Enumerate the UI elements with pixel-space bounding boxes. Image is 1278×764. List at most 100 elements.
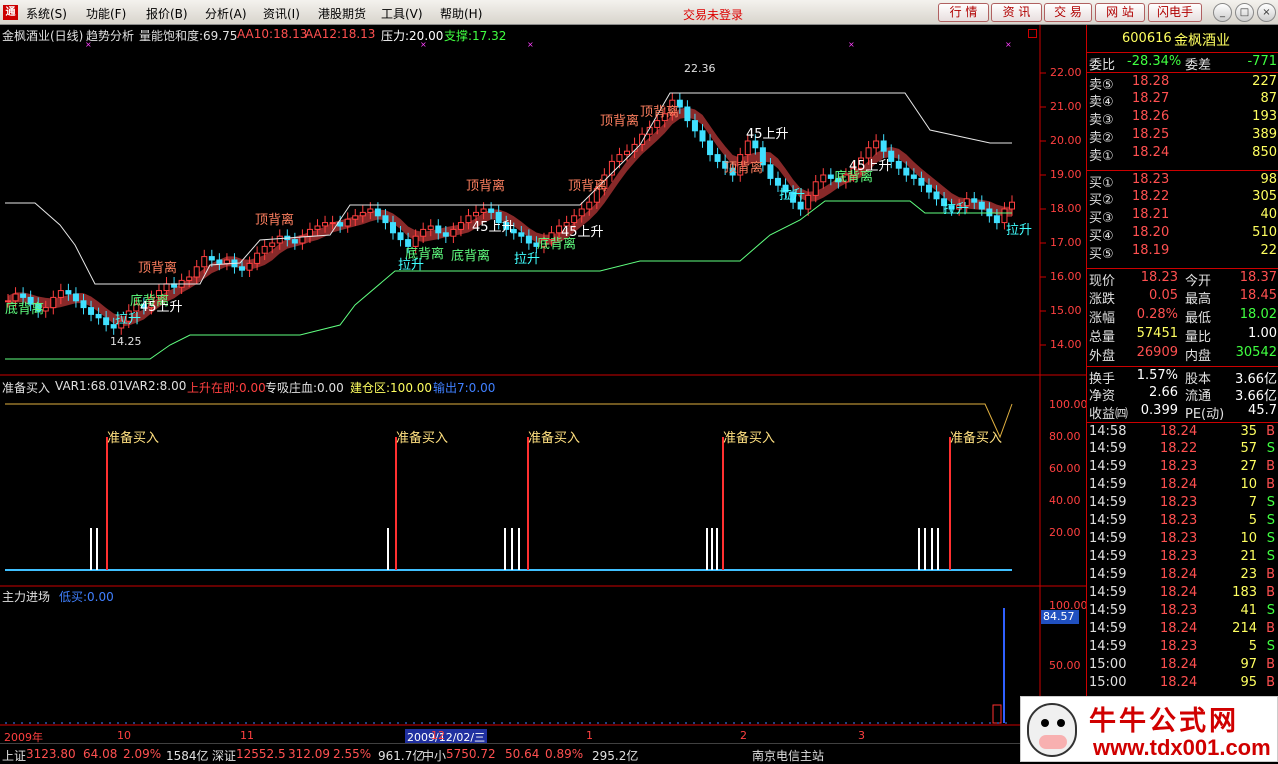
time-axis-tick: 1 — [586, 729, 593, 742]
quote-title: 600616 金枫酒业 — [1087, 30, 1278, 49]
stat2-cell: 1.57% — [1136, 368, 1178, 383]
candle-body — [1009, 201, 1015, 210]
weicha-label: 委差 — [1185, 58, 1212, 73]
time-axis-tick: 10 — [117, 729, 131, 742]
tick-row: 15:00 18.24 95 B — [1087, 674, 1278, 692]
candle-body — [654, 120, 661, 128]
candle-body — [880, 140, 887, 152]
candle-body — [525, 235, 532, 244]
ind2-axis-tick: 50.00 — [1049, 659, 1081, 672]
tick-cell: 18.24 — [1160, 585, 1198, 600]
price-axis-tick: 14.00 — [1050, 338, 1082, 351]
stat-row: 涨幅 0.28% 最低 18.02 — [1087, 306, 1278, 326]
top-button-4[interactable]: 闪电手 — [1148, 3, 1202, 22]
menu-item-2[interactable]: 报价(B) — [146, 5, 188, 22]
trade-status: 交易未登录 — [683, 8, 744, 22]
close-icon[interactable]: × — [1257, 3, 1276, 22]
ind2-title: 主力进场 — [2, 590, 51, 604]
panel-maximize-icon[interactable] — [1028, 29, 1037, 38]
stat2-cell: 0.399 — [1140, 403, 1178, 418]
bid-price: 18.19 — [1132, 243, 1170, 258]
top-button-1[interactable]: 资 讯 — [991, 3, 1042, 22]
candle-body — [691, 120, 698, 132]
menu-item-0[interactable]: 系统(S) — [26, 5, 67, 22]
candle-body — [208, 256, 215, 261]
tick-cell: 14:59 — [1089, 549, 1127, 564]
bid-row: 买① 18.23 98 — [1087, 170, 1278, 191]
menu-item-4[interactable]: 资讯(I) — [263, 5, 300, 22]
bid-volume: 22 — [1260, 243, 1277, 258]
candle-body — [254, 252, 261, 264]
candle-body — [57, 290, 64, 298]
support-label: 支撑:17.32 — [444, 29, 507, 43]
minimize-icon[interactable]: _ — [1213, 3, 1232, 22]
top-button-0[interactable]: 行 情 — [938, 3, 989, 22]
sh-amount: 1584亿 — [166, 749, 209, 763]
menu-item-5[interactable]: 港股期货 — [318, 5, 366, 22]
buy-signal-label: 准备买入 — [107, 431, 160, 446]
tick-cell: 14:59 — [1089, 621, 1127, 636]
stat-cell: 18.45 — [1239, 288, 1277, 303]
candle-body — [812, 181, 819, 196]
app-logo-icon[interactable]: 通 — [3, 5, 18, 20]
watermark-logo: 牛牛公式网 www.tdx001.com — [1020, 696, 1278, 762]
top-marker: × — [527, 40, 534, 49]
top-button-2[interactable]: 交 易 — [1044, 3, 1092, 22]
tick-cell: 14:59 — [1089, 495, 1127, 510]
tick-cell: S — [1266, 495, 1275, 510]
stat-row: 外盘 26909 内盘 30542 — [1087, 344, 1278, 364]
price-axis-tick: 18.00 — [1050, 202, 1082, 215]
candle-body — [397, 232, 404, 241]
menu-item-6[interactable]: 工具(V) — [381, 5, 423, 22]
candle-body — [95, 313, 102, 319]
time-axis-tick: 11 — [240, 729, 254, 742]
top-button-3[interactable]: 网 站 — [1095, 3, 1145, 22]
candle-body — [314, 225, 321, 230]
signal-label: 顶背离 — [255, 213, 295, 228]
time-axis-tick: 3 — [858, 729, 865, 742]
ask-price: 18.27 — [1132, 91, 1170, 106]
ind2-axis-tick: 100.00 — [1049, 599, 1088, 612]
tick-cell: S — [1266, 441, 1275, 456]
tick-cell: B — [1266, 621, 1275, 636]
candle-body — [873, 140, 880, 149]
candle-body — [291, 239, 298, 244]
price-axis-tick: 17.00 — [1050, 236, 1082, 249]
menu-item-3[interactable]: 分析(A) — [205, 5, 247, 22]
menu-item-1[interactable]: 功能(F) — [86, 5, 126, 22]
signal-label: 45上升 — [849, 159, 892, 174]
stat2-row: 换手 1.57% 股本 3.66亿 — [1087, 366, 1278, 387]
zx-label: 中小 — [422, 749, 447, 763]
top-marker: × — [1005, 40, 1012, 49]
candle-body — [578, 208, 585, 217]
tick-cell: 18.24 — [1160, 621, 1198, 636]
sh-change: 64.08 — [83, 747, 118, 761]
candle-body — [103, 317, 110, 326]
tick-cell: 18.22 — [1160, 441, 1198, 456]
tick-cell: 97 — [1240, 657, 1257, 672]
restore-icon[interactable]: □ — [1235, 3, 1254, 22]
sz-change: 312.09 — [288, 747, 330, 761]
menu-item-7[interactable]: 帮助(H) — [440, 5, 482, 22]
stat-cell: 量比 — [1185, 330, 1212, 345]
stat-cell: 最低 — [1185, 311, 1212, 326]
tick-cell: 27 — [1240, 459, 1257, 474]
signal-label: 拉升 — [943, 202, 970, 217]
stat-cell: 30542 — [1235, 345, 1277, 360]
bid-row: 买② 18.22 305 — [1087, 188, 1278, 208]
candle-body — [707, 140, 714, 156]
signal-label: 拉升 — [398, 258, 425, 273]
candle-body — [352, 215, 359, 220]
signal-label: 顶背离 — [640, 105, 680, 120]
server-status[interactable]: 南京电信主站 — [752, 747, 824, 764]
kline-chart[interactable]: × × × × × — [0, 25, 1086, 730]
signal-label: 顶背离 — [138, 261, 178, 276]
sh-index: 3123.80 — [26, 747, 76, 761]
candle-body — [276, 235, 283, 244]
candle-body — [457, 222, 464, 230]
signal-label: 顶背离 — [568, 179, 608, 194]
tick-cell: 14:59 — [1089, 459, 1127, 474]
chart-area[interactable]: × × × × × 金枫酒业(日线) 趋势分析 量能饱和度:69.75 AA10:18.… — [0, 25, 1088, 745]
signal-label: 45上升 — [746, 127, 789, 142]
weicha-value: -771 — [1247, 54, 1277, 69]
